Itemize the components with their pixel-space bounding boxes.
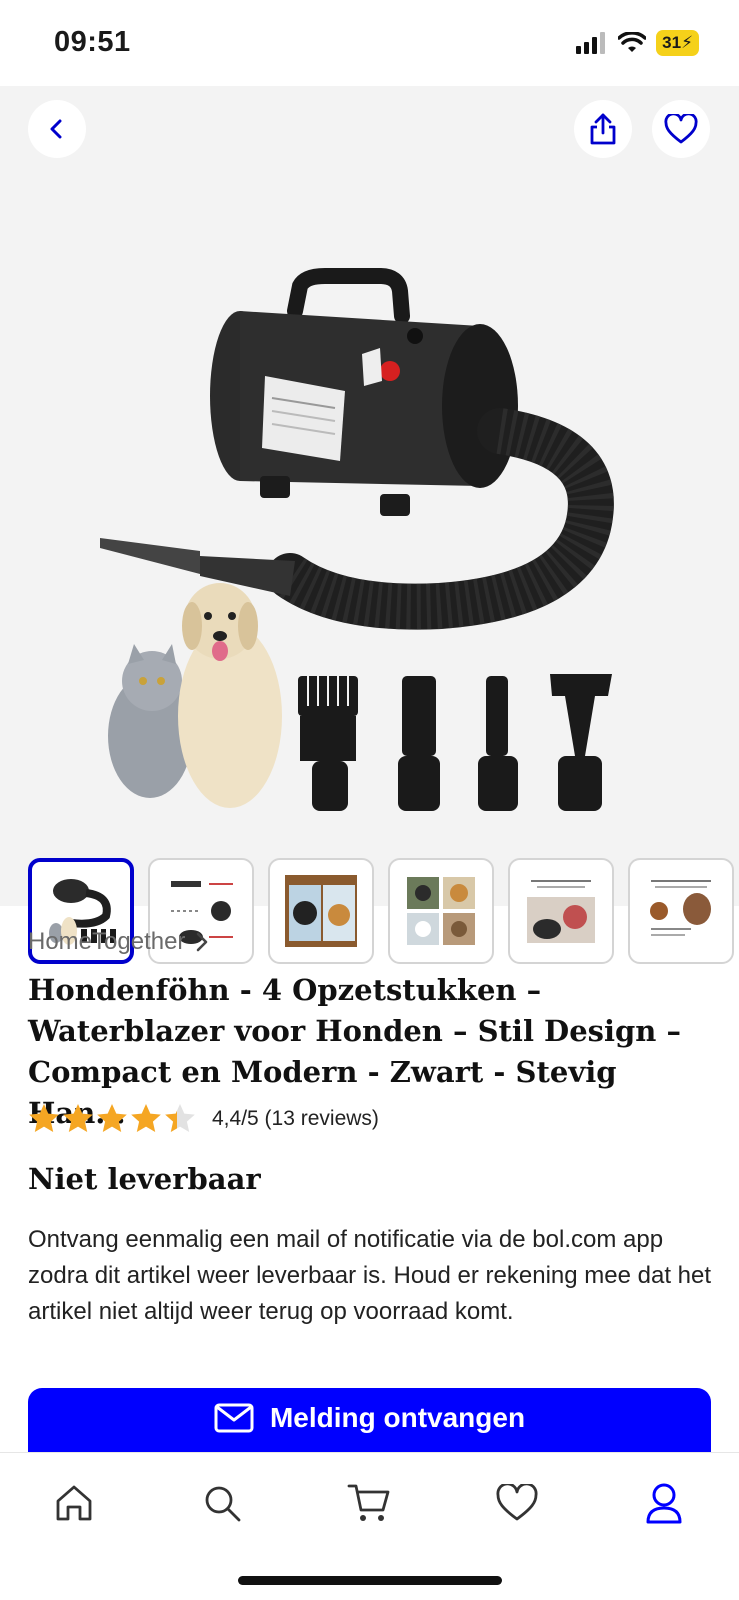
mail-icon: [214, 1403, 254, 1433]
availability-heading: Niet leverbaar: [28, 1162, 261, 1196]
home-indicator: [238, 1576, 502, 1585]
rating[interactable]: 4,4/5 (13 reviews): [28, 1103, 379, 1135]
thumbnail-image: [527, 880, 595, 943]
nav-home[interactable]: [44, 1473, 104, 1533]
search-icon: [205, 1486, 241, 1522]
thumbnail-4[interactable]: [388, 858, 494, 964]
nav-cart[interactable]: [339, 1473, 399, 1533]
share-icon: [590, 113, 616, 145]
product-image[interactable]: [80, 176, 670, 836]
cart-icon: [347, 1484, 390, 1521]
availability-notice: Ontvang eenmalig een mail of notificatie…: [28, 1226, 712, 1325]
status-time: 09:51: [54, 26, 131, 58]
heart-icon: [664, 114, 698, 144]
back-button[interactable]: [28, 100, 86, 158]
account-icon: [646, 1483, 682, 1524]
thumbnail-image: [650, 880, 711, 936]
seller-link[interactable]: HomeTogether: [28, 928, 209, 956]
thumbnail-6[interactable]: [628, 858, 734, 964]
battery-level: 31: [662, 33, 682, 52]
notify-me-label: Melding ontvangen: [269, 1402, 526, 1433]
share-button[interactable]: [574, 100, 632, 158]
thumbnail-5[interactable]: [508, 858, 614, 964]
nav-favorites[interactable]: [487, 1473, 547, 1533]
heart-icon: [496, 1484, 538, 1521]
nav-account[interactable]: [634, 1473, 694, 1533]
product-hero: [0, 86, 739, 964]
status-icons: 31⚡: [576, 30, 699, 56]
chevron-right-icon: [197, 932, 208, 952]
seller-name: HomeTogether: [28, 928, 186, 955]
signal-icon: [576, 32, 606, 54]
rating-text: 4,4/5 (13 reviews): [212, 1107, 379, 1130]
thumbnail-3[interactable]: [268, 858, 374, 964]
nav-search[interactable]: [192, 1473, 252, 1533]
star-rating-icon: [29, 1104, 195, 1132]
home-icon: [56, 1485, 92, 1521]
battery-indicator: 31⚡: [656, 30, 699, 56]
chevron-left-icon: [50, 119, 62, 139]
thumbnail-image: [285, 875, 357, 947]
wifi-icon: [618, 32, 647, 52]
favorite-button[interactable]: [652, 100, 710, 158]
status-bar: 09:51 31⚡: [0, 0, 739, 86]
thumbnail-image: [407, 877, 475, 945]
charging-icon: ⚡: [681, 33, 693, 52]
